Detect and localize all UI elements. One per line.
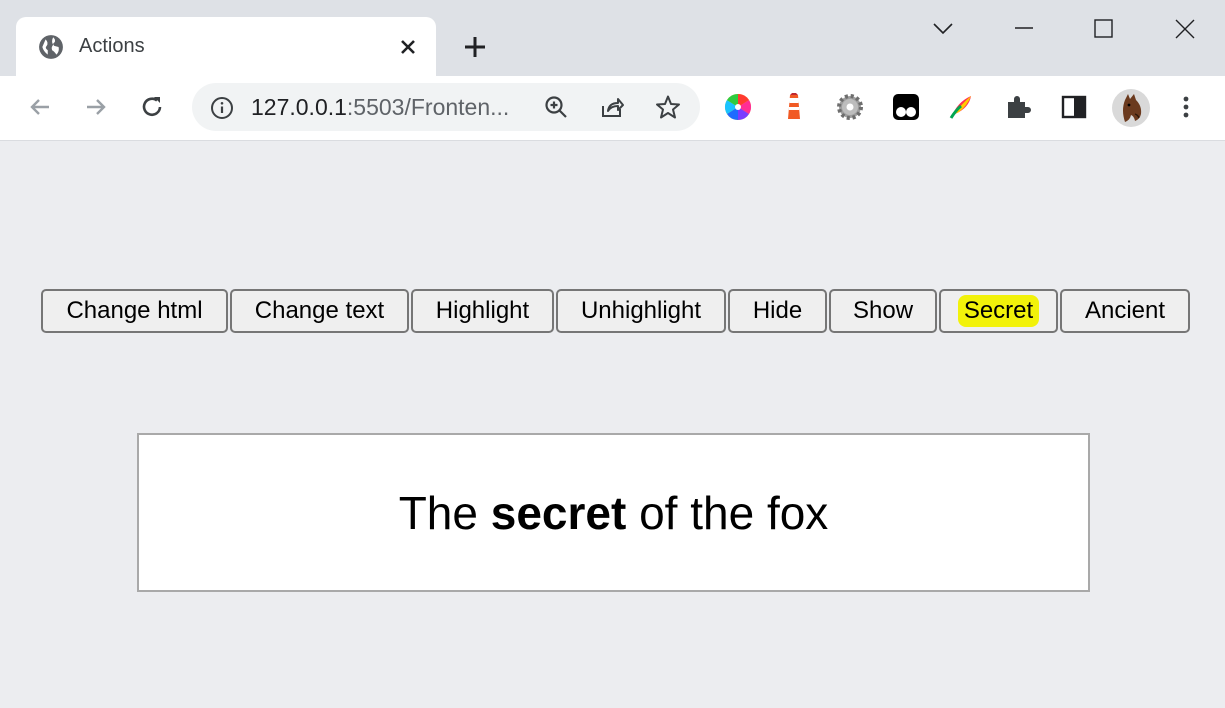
- gear-extension-icon[interactable]: [835, 92, 865, 122]
- zoom-icon[interactable]: [543, 94, 569, 120]
- secret-button[interactable]: Secret: [939, 289, 1058, 333]
- button-label: Change html: [66, 297, 203, 324]
- button-label: Highlight: [435, 297, 530, 324]
- show-button[interactable]: Show: [829, 289, 937, 333]
- url-host: 127.0.0.1: [251, 94, 347, 120]
- page-viewport: Change html Change text Highlight Unhigh…: [0, 141, 1225, 708]
- sentence-end: of the fox: [626, 486, 829, 539]
- browser-tab[interactable]: Actions: [16, 17, 436, 76]
- browser-titlebar: Actions: [0, 0, 1225, 76]
- lighthouse-icon[interactable]: [779, 92, 809, 122]
- minimize-icon[interactable]: [1009, 14, 1039, 44]
- sentence-start: The: [398, 486, 491, 539]
- fox-text-box: The secret of the fox: [137, 433, 1090, 592]
- secret-word: secret: [490, 486, 627, 539]
- url-path: :5503/Fronten...: [346, 94, 510, 120]
- change-html-button[interactable]: Change html: [41, 289, 228, 333]
- tab-search-chevron-icon[interactable]: [928, 14, 958, 44]
- button-label: Unhighlight: [580, 297, 702, 324]
- close-window-icon[interactable]: [1170, 14, 1200, 44]
- reload-icon[interactable]: [137, 92, 167, 122]
- button-label: Hide: [752, 297, 803, 324]
- profile-avatar-icon[interactable]: [1111, 88, 1151, 128]
- browser-toolbar: 127.0.0.1:5503/Fronten...: [0, 76, 1225, 141]
- change-text-button[interactable]: Change text: [230, 289, 409, 333]
- action-button-row: Change html Change text Highlight Unhigh…: [41, 289, 1190, 333]
- unhighlight-button[interactable]: Unhighlight: [556, 289, 726, 333]
- close-tab-icon[interactable]: [396, 35, 420, 59]
- ancient-button[interactable]: Ancient: [1060, 289, 1190, 333]
- tab-title: Actions: [79, 35, 145, 57]
- new-tab-icon[interactable]: [460, 32, 490, 62]
- share-icon[interactable]: [599, 94, 625, 120]
- button-label: Show: [852, 297, 914, 324]
- maximize-icon[interactable]: [1089, 14, 1119, 44]
- button-label: Ancient: [1084, 297, 1166, 324]
- hide-button[interactable]: Hide: [728, 289, 827, 333]
- sentence: The secret of the fox: [399, 486, 829, 540]
- site-info-icon[interactable]: [210, 96, 234, 120]
- puzzle-extensions-icon[interactable]: [1003, 92, 1033, 122]
- highlight-button[interactable]: Highlight: [411, 289, 554, 333]
- bookmark-star-icon[interactable]: [655, 94, 681, 120]
- back-arrow-icon[interactable]: [25, 92, 55, 122]
- tampermonkey-icon[interactable]: [891, 92, 921, 122]
- color-wheel-icon[interactable]: [723, 92, 753, 122]
- globe-icon: [39, 35, 63, 59]
- url-text[interactable]: 127.0.0.1:5503/Fronten...: [251, 94, 509, 121]
- side-panel-icon[interactable]: [1059, 92, 1089, 122]
- button-label: Change text: [254, 297, 385, 324]
- feather-extension-icon[interactable]: [947, 92, 977, 122]
- forward-arrow-icon[interactable]: [81, 92, 111, 122]
- address-bar[interactable]: 127.0.0.1:5503/Fronten...: [192, 83, 700, 131]
- menu-kebab-icon[interactable]: [1171, 92, 1201, 122]
- highlighted-button-label: Secret: [957, 295, 1040, 327]
